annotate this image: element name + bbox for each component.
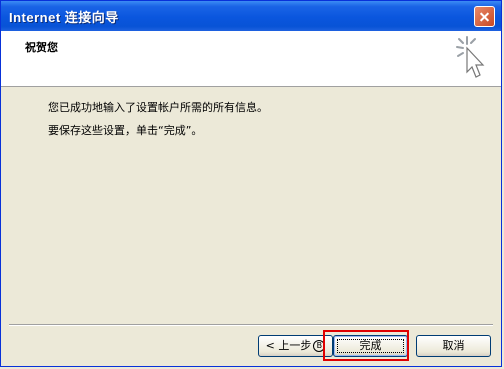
back-button[interactable]: < 上一步 B: [258, 335, 333, 357]
wizard-window: Internet 连接向导 祝贺您 您已成功地输入了设置帐户所需的所有信息。 要…: [0, 0, 502, 367]
wizard-header: 祝贺您: [1, 31, 501, 87]
info-text-line2: 要保存这些设置，单击“完成”。: [48, 124, 203, 137]
back-button-label: < 上一步: [265, 339, 312, 352]
footer-divider: [9, 324, 493, 326]
info-text-line1: 您已成功地输入了设置帐户所需的所有信息。: [48, 101, 268, 114]
cancel-button[interactable]: 取消: [416, 335, 491, 357]
close-icon[interactable]: [474, 6, 495, 27]
title-bar[interactable]: Internet 连接向导: [1, 1, 501, 31]
wizard-burst-cursor-icon: [456, 36, 485, 78]
page-title: 祝贺您: [25, 41, 58, 54]
highlight-box: [323, 330, 409, 361]
window-title: Internet 连接向导: [9, 10, 119, 25]
cancel-button-label: 取消: [442, 339, 465, 352]
wizard-content: 您已成功地输入了设置帐户所需的所有信息。 要保存这些设置，单击“完成”。: [1, 87, 501, 324]
